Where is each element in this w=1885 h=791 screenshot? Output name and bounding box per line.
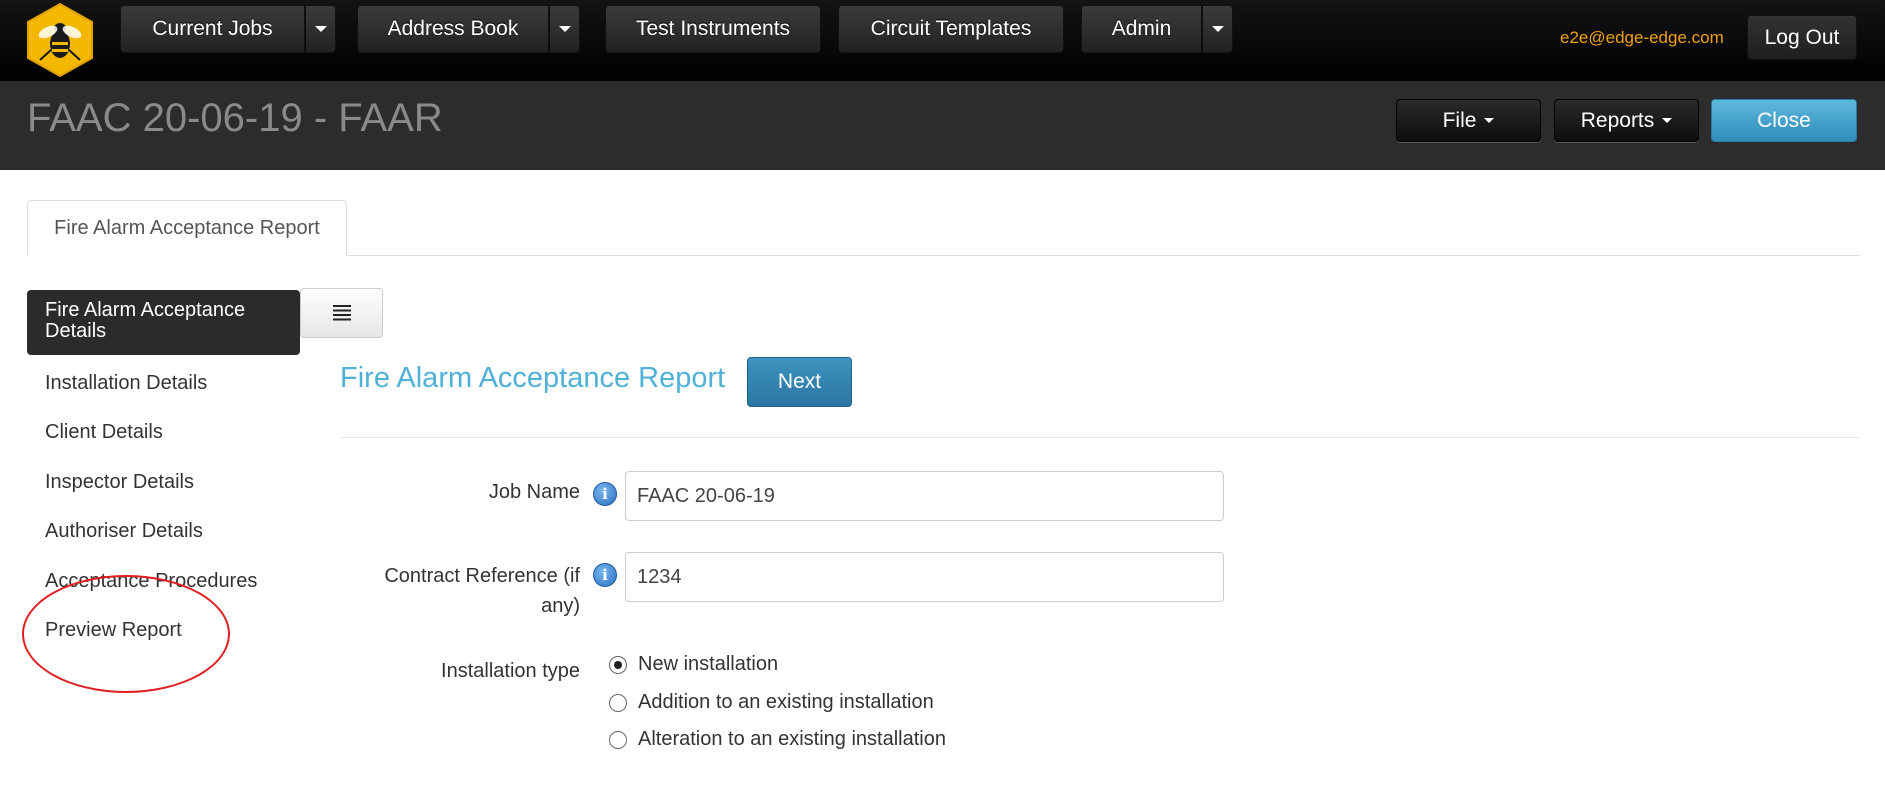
info-icon[interactable]: i	[593, 563, 617, 587]
contract-reference-label: Contract Reference (if any)	[340, 561, 580, 621]
form-title: Fire Alarm Acceptance Report	[340, 362, 726, 394]
caret-down-icon	[314, 26, 327, 32]
address-book-dropdown-button[interactable]	[549, 5, 580, 53]
radio-label: Alteration to an existing installation	[638, 728, 946, 750]
form-divider	[340, 437, 1860, 438]
radio-button[interactable]	[609, 655, 627, 674]
sidebar-item-inspector-details[interactable]: Inspector Details	[45, 471, 194, 494]
file-menu-label: File	[1442, 108, 1477, 132]
reports-menu-button[interactable]: Reports	[1554, 99, 1699, 142]
radio-button[interactable]	[609, 730, 627, 749]
radio-label: Addition to an existing installation	[638, 691, 934, 713]
radio-new-installation[interactable]: New installation	[609, 653, 778, 676]
test-instruments-button[interactable]: Test Instruments	[605, 5, 821, 53]
radio-label: New installation	[638, 653, 779, 675]
annotation-circle	[22, 575, 230, 693]
wasp-logo-icon[interactable]	[26, 2, 94, 78]
sidebar-item-fire-alarm-acceptance-details[interactable]: Fire Alarm Acceptance Details	[27, 290, 300, 355]
admin-group: Admin	[1081, 5, 1233, 53]
close-button[interactable]: Close	[1711, 99, 1857, 142]
user-email[interactable]: e2e@edge-edge.com	[1560, 28, 1724, 48]
admin-button[interactable]: Admin	[1081, 5, 1202, 53]
file-menu-button[interactable]: File	[1396, 99, 1541, 142]
radio-addition-installation[interactable]: Addition to an existing installation	[609, 691, 934, 714]
reports-menu-label: Reports	[1580, 108, 1655, 132]
sidebar-item-installation-details[interactable]: Installation Details	[45, 372, 207, 395]
installation-type-label: Installation type	[441, 660, 580, 682]
address-book-button[interactable]: Address Book	[357, 5, 549, 53]
tab-fire-alarm-acceptance-report[interactable]: Fire Alarm Acceptance Report	[27, 200, 347, 256]
caret-down-icon	[1662, 118, 1673, 123]
job-name-input[interactable]	[625, 471, 1224, 521]
sidebar-toggle-button[interactable]	[300, 288, 383, 338]
radio-button[interactable]	[609, 693, 627, 712]
caret-down-icon	[558, 26, 571, 32]
contract-reference-label-line1: Contract Reference (if	[384, 565, 580, 587]
sidebar-item-authoriser-details[interactable]: Authoriser Details	[45, 520, 203, 543]
next-button[interactable]: Next	[747, 357, 852, 407]
admin-dropdown-button[interactable]	[1202, 5, 1233, 53]
circuit-templates-button[interactable]: Circuit Templates	[838, 5, 1064, 53]
title-bar: FAAC 20-06-19 - FAAR File Reports Close	[0, 81, 1885, 170]
contract-reference-label-line2: any)	[541, 595, 580, 617]
job-name-label: Job Name	[488, 481, 580, 503]
hamburger-icon	[332, 305, 351, 321]
radio-alteration-installation[interactable]: Alteration to an existing installation	[609, 728, 946, 751]
current-jobs-button[interactable]: Current Jobs	[120, 5, 305, 53]
page-title: FAAC 20-06-19 - FAAR	[27, 96, 443, 140]
sidebar-item-client-details[interactable]: Client Details	[45, 421, 163, 444]
caret-down-icon	[1484, 118, 1495, 123]
caret-down-icon	[1211, 26, 1224, 32]
test-instruments-group: Test Instruments	[605, 5, 821, 53]
top-navbar: Current Jobs Address Book Test Instrumen…	[0, 0, 1885, 81]
address-book-group: Address Book	[357, 5, 580, 53]
current-jobs-group: Current Jobs	[120, 5, 336, 53]
circuit-templates-group: Circuit Templates	[838, 5, 1064, 53]
info-icon[interactable]: i	[593, 482, 617, 506]
current-jobs-dropdown-button[interactable]	[305, 5, 336, 53]
logout-button[interactable]: Log Out	[1747, 15, 1857, 60]
contract-reference-input[interactable]	[625, 552, 1224, 602]
